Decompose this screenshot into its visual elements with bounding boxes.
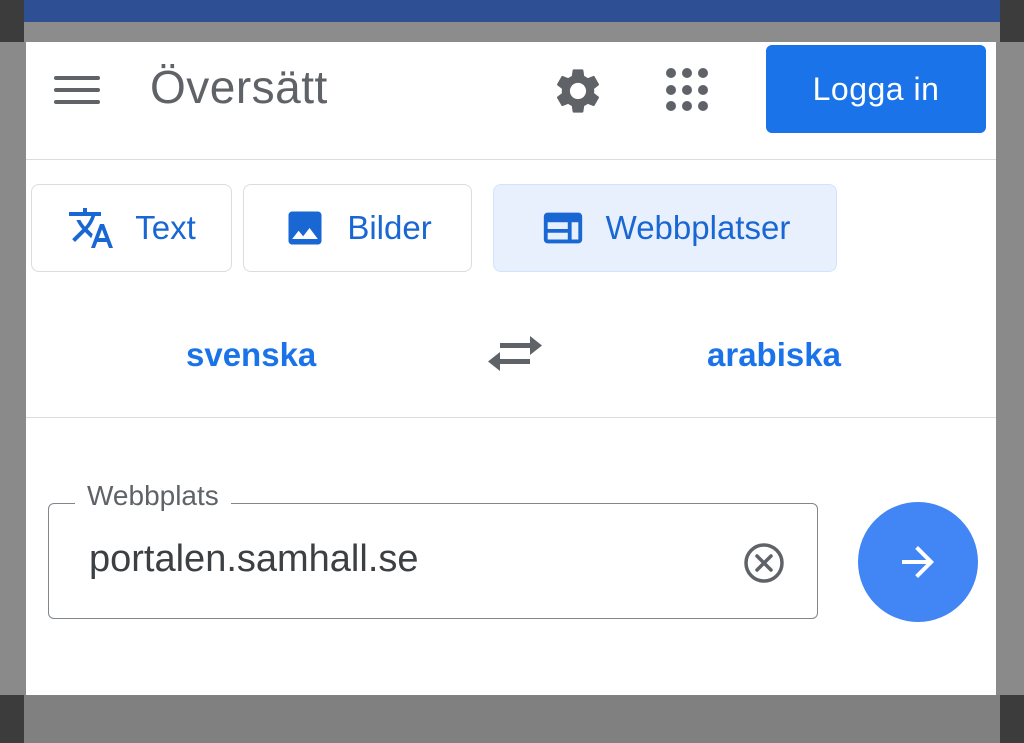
app-header: Översätt Logga in xyxy=(26,42,996,160)
apps-dot xyxy=(682,101,692,112)
translate-icon xyxy=(69,208,114,248)
apps-dot xyxy=(682,68,692,78)
login-button[interactable]: Logga in xyxy=(766,45,986,133)
google-apps-button[interactable] xyxy=(666,68,710,112)
settings-button[interactable] xyxy=(551,64,605,118)
translate-website-button[interactable] xyxy=(858,502,978,622)
website-field-label: Webbplats xyxy=(75,480,231,512)
corner-mark xyxy=(0,0,24,42)
apps-dot xyxy=(698,101,708,112)
main-menu-button[interactable] xyxy=(54,70,104,110)
language-selector-row: svenska arabiska xyxy=(26,312,996,418)
source-language-button[interactable]: svenska xyxy=(186,336,316,374)
tab-images[interactable]: Bilder xyxy=(243,184,472,272)
apps-dot xyxy=(666,101,676,112)
apps-dot xyxy=(698,84,708,95)
corner-mark xyxy=(1000,0,1024,42)
translate-page: Översätt Logga in Text Bilder Webbplatse… xyxy=(26,42,996,695)
corner-mark xyxy=(0,695,24,743)
right-overlay xyxy=(996,42,1024,695)
swap-languages-button[interactable] xyxy=(486,334,544,378)
menu-bar xyxy=(54,76,100,80)
apps-dot xyxy=(666,84,676,95)
website-input[interactable]: portalen.samhall.se xyxy=(89,538,419,581)
apps-dot xyxy=(666,68,676,78)
tab-text-label: Text xyxy=(135,209,196,246)
tab-images-label: Bilder xyxy=(347,209,432,246)
apps-dot xyxy=(698,68,708,78)
left-overlay xyxy=(0,42,26,695)
clear-input-button[interactable] xyxy=(742,541,786,585)
clear-circle-icon xyxy=(744,543,784,583)
top-overlay-shade xyxy=(0,22,1024,42)
image-icon xyxy=(288,211,322,245)
menu-bar xyxy=(54,88,100,92)
menu-bar xyxy=(54,100,100,104)
top-overlay-bar xyxy=(0,0,1024,22)
gear-icon xyxy=(556,69,600,113)
website-field[interactable]: Webbplats portalen.samhall.se xyxy=(48,480,818,619)
corner-mark xyxy=(1000,695,1024,743)
swap-arrows-icon xyxy=(488,336,542,371)
apps-dot xyxy=(682,84,692,95)
tab-websites-label: Webbplatser xyxy=(605,209,791,246)
arrow-right-icon xyxy=(902,546,934,578)
tab-text[interactable]: Text xyxy=(31,184,232,272)
bottom-overlay xyxy=(0,695,1024,743)
tab-websites[interactable]: Webbplatser xyxy=(493,184,837,272)
target-language-button[interactable]: arabiska xyxy=(707,336,841,374)
app-title: Översätt xyxy=(150,61,328,113)
web-icon xyxy=(543,212,582,244)
